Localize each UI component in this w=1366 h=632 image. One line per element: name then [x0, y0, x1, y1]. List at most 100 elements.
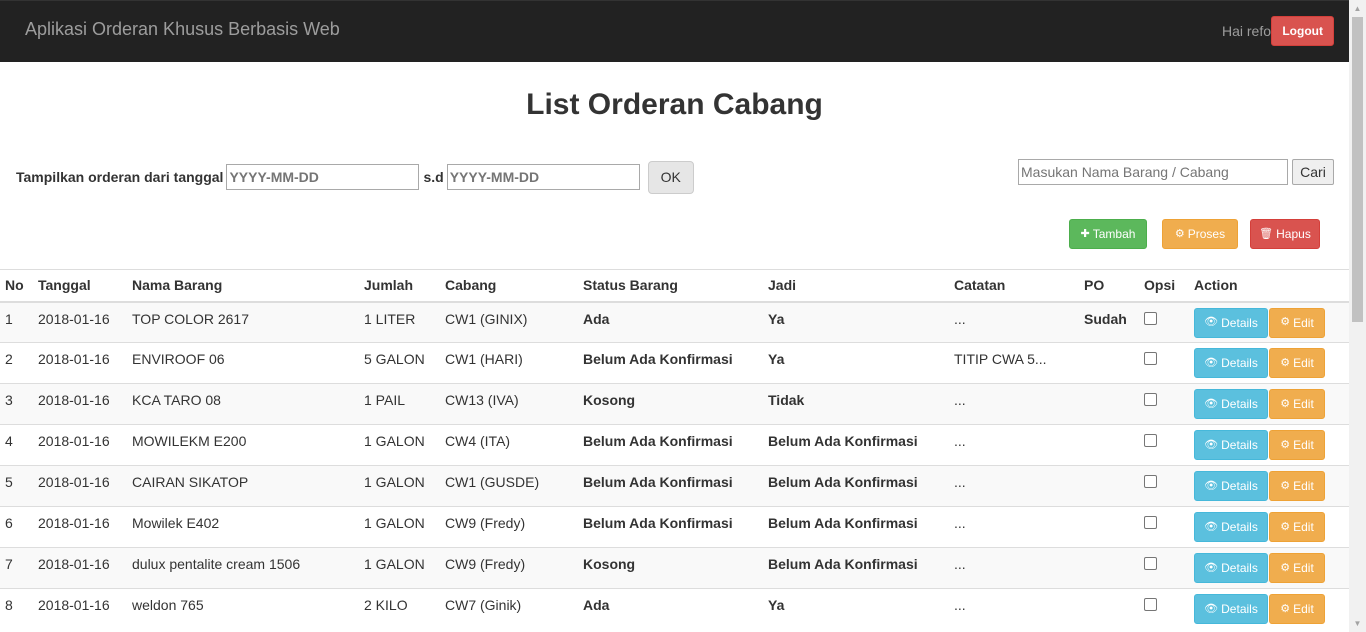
row-select-checkbox[interactable]	[1144, 516, 1157, 529]
cell-nama-barang: CAIRAN SIKATOP	[127, 465, 359, 507]
search-button[interactable]: Cari	[1292, 159, 1334, 185]
details-button-label: Details	[1221, 561, 1258, 575]
col-catatan: Catatan	[949, 269, 1079, 303]
edit-button[interactable]: ⚙ Edit	[1269, 348, 1325, 378]
navbar: Aplikasi Orderan Khusus Berbasis Web Hai…	[0, 0, 1349, 62]
cell-action: 👁 Details ⚙ Edit	[1189, 465, 1349, 507]
table-row: 6 2018-01-16 Mowilek E402 1 GALON CW9 (Fredy…	[0, 506, 1349, 548]
edit-button-label: Edit	[1293, 602, 1314, 616]
cell-po	[1079, 506, 1139, 548]
cell-jumlah: 2 KILO	[359, 588, 440, 630]
cell-cabang: CW9 (Fredy)	[440, 547, 578, 589]
cell-nama-barang: TOP COLOR 2617	[127, 301, 359, 343]
details-button[interactable]: 👁 Details	[1194, 471, 1268, 501]
details-button-label: Details	[1221, 520, 1258, 534]
gear-icon: ⚙	[1280, 561, 1291, 574]
edit-button[interactable]: ⚙ Edit	[1269, 553, 1325, 583]
details-button[interactable]: 👁 Details	[1194, 512, 1268, 542]
cell-nama-barang: Mowilek E402	[127, 506, 359, 548]
date-from-input[interactable]	[226, 164, 420, 190]
cell-jumlah: 1 GALON	[359, 506, 440, 548]
cell-po	[1079, 424, 1139, 466]
cell-opsi	[1139, 506, 1189, 548]
scroll-thumb[interactable]	[1352, 17, 1363, 322]
eye-icon: 👁	[1204, 397, 1219, 410]
cell-jadi: Tidak	[763, 383, 949, 425]
col-opsi: Opsi	[1139, 269, 1189, 303]
cell-status-barang: Belum Ada Konfirmasi	[578, 342, 763, 384]
cell-catatan: ...	[949, 465, 1079, 507]
details-button[interactable]: 👁 Details	[1194, 348, 1268, 378]
row-select-checkbox[interactable]	[1144, 352, 1157, 365]
process-button-label: Proses	[1187, 227, 1226, 241]
cell-no: 1	[0, 301, 33, 343]
edit-button[interactable]: ⚙ Edit	[1269, 471, 1325, 501]
cell-catatan: ...	[949, 588, 1079, 630]
details-button[interactable]: 👁 Details	[1194, 553, 1268, 583]
cell-status-barang: Belum Ada Konfirmasi	[578, 506, 763, 548]
vertical-scrollbar[interactable]: ▲ ▼	[1349, 0, 1366, 632]
row-select-checkbox[interactable]	[1144, 557, 1157, 570]
process-button[interactable]: ⚙ Proses	[1162, 219, 1238, 249]
cell-jadi: Ya	[763, 301, 949, 343]
date-separator: s.d	[423, 169, 444, 185]
app-window: Aplikasi Orderan Khusus Berbasis Web Hai…	[0, 0, 1366, 632]
cell-nama-barang: MOWILEKM E200	[127, 424, 359, 466]
cell-catatan: ...	[949, 424, 1079, 466]
delete-button-label: Hapus	[1276, 227, 1311, 241]
cell-po	[1079, 588, 1139, 630]
date-filter-label: Tampilkan orderan dari tanggal	[16, 169, 224, 185]
date-filter: Tampilkan orderan dari tanggal s.d OK	[16, 160, 694, 194]
row-select-checkbox[interactable]	[1144, 393, 1157, 406]
details-button-label: Details	[1221, 602, 1258, 616]
cell-jumlah: 1 LITER	[359, 301, 440, 343]
cell-po	[1079, 465, 1139, 507]
cell-status-barang: Kosong	[578, 383, 763, 425]
cell-action: 👁 Details ⚙ Edit	[1189, 383, 1349, 425]
cell-no: 7	[0, 547, 33, 589]
edit-button-label: Edit	[1293, 438, 1314, 452]
details-button[interactable]: 👁 Details	[1194, 430, 1268, 460]
row-select-checkbox[interactable]	[1144, 598, 1157, 611]
cell-tanggal: 2018-01-16	[33, 465, 127, 507]
search-input[interactable]	[1018, 159, 1288, 185]
delete-button[interactable]: 🗑 Hapus	[1250, 219, 1320, 249]
add-button[interactable]: ✚ Tambah	[1069, 219, 1147, 249]
cell-tanggal: 2018-01-16	[33, 506, 127, 548]
row-select-checkbox[interactable]	[1144, 311, 1157, 325]
eye-icon: 👁	[1204, 561, 1219, 574]
edit-button-label: Edit	[1293, 397, 1314, 411]
logout-button[interactable]: Logout	[1271, 16, 1334, 46]
page-title: List Orderan Cabang	[526, 88, 823, 121]
cell-cabang: CW1 (GINIX)	[440, 301, 578, 343]
details-button[interactable]: 👁 Details	[1194, 307, 1268, 338]
scroll-up-arrow-icon[interactable]: ▲	[1349, 0, 1366, 17]
gear-icon: ⚙	[1280, 602, 1291, 615]
search-bar: Cari	[1018, 159, 1334, 185]
edit-button[interactable]: ⚙ Edit	[1269, 512, 1325, 542]
cell-catatan: ...	[949, 383, 1079, 425]
cell-jadi: Belum Ada Konfirmasi	[763, 424, 949, 466]
row-select-checkbox[interactable]	[1144, 434, 1157, 447]
cell-status-barang: Ada	[578, 588, 763, 630]
gear-icon: ⚙	[1280, 397, 1291, 410]
orders-table: No Tanggal Nama Barang Jumlah Cabang Sta…	[0, 269, 1349, 630]
cell-opsi	[1139, 383, 1189, 425]
edit-button[interactable]: ⚙ Edit	[1269, 430, 1325, 460]
edit-button[interactable]: ⚙ Edit	[1269, 594, 1325, 624]
table-row: 1 2018-01-16 TOP COLOR 2617 1 LITER CW1 (GIN…	[0, 301, 1349, 343]
app-brand[interactable]: Aplikasi Orderan Khusus Berbasis Web	[25, 19, 340, 40]
details-button[interactable]: 👁 Details	[1194, 389, 1268, 419]
date-to-input[interactable]	[446, 164, 640, 190]
filter-ok-button[interactable]: OK	[647, 160, 694, 194]
edit-button[interactable]: ⚙ Edit	[1269, 389, 1325, 419]
edit-button[interactable]: ⚙ Edit	[1269, 307, 1325, 338]
details-button[interactable]: 👁 Details	[1194, 594, 1268, 624]
cell-no: 2	[0, 342, 33, 384]
gear-icon: ⚙	[1280, 316, 1291, 328]
row-select-checkbox[interactable]	[1144, 475, 1157, 488]
scroll-down-arrow-icon[interactable]: ▼	[1349, 615, 1366, 632]
cell-jadi: Belum Ada Konfirmasi	[763, 506, 949, 548]
cell-nama-barang: ENVIROOF 06	[127, 342, 359, 384]
gear-icon: ⚙	[1280, 438, 1291, 451]
